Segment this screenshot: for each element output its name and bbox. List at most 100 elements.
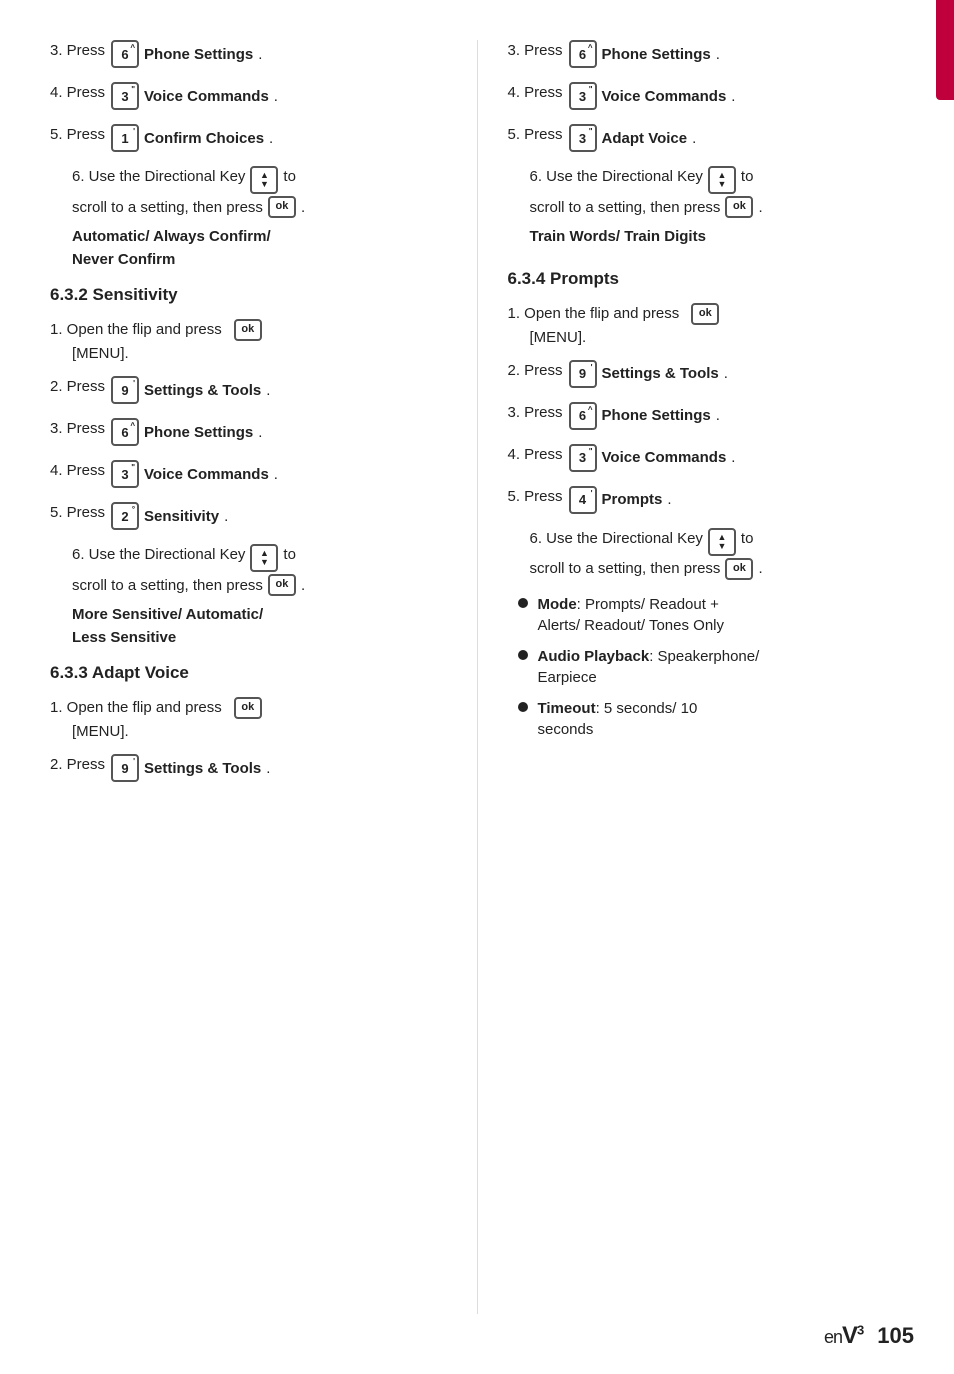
sens-2-content: 9' Settings & Tools. bbox=[111, 376, 270, 404]
sens-3-label: 3. Press bbox=[50, 418, 105, 439]
ok-btn-pr: ok bbox=[691, 303, 719, 325]
r-step-4-label: 4. Press bbox=[508, 82, 563, 103]
key-3r2: 3" bbox=[569, 124, 597, 152]
key-6: 6^ bbox=[111, 40, 139, 68]
r-step-4-text: Voice Commands bbox=[602, 86, 727, 107]
right-step-6: 6. Use the Directional Key ▲▼ to scroll … bbox=[508, 166, 905, 218]
sens-5-label: 5. Press bbox=[50, 502, 105, 523]
r-step-3-label: 3. Press bbox=[508, 40, 563, 61]
sens-2-label: 2. Press bbox=[50, 376, 105, 397]
bullet-dot-timeout bbox=[518, 702, 528, 712]
av-2-content: 9' Settings & Tools. bbox=[111, 754, 270, 782]
r-step-5-label: 5. Press bbox=[508, 124, 563, 145]
left-step-6-options: Automatic/ Always Confirm/ Never Confirm bbox=[72, 226, 447, 271]
right-step-3: 3. Press 6^ Phone Settings. bbox=[508, 40, 905, 68]
bullet-timeout-text: Timeout: 5 seconds/ 10 seconds bbox=[538, 698, 698, 740]
right-step-4: 4. Press 3" Voice Commands. bbox=[508, 82, 905, 110]
pr-step-1-menu: [MENU]. bbox=[508, 329, 905, 346]
pr-3-label: 3. Press bbox=[508, 402, 563, 423]
right-step-5: 5. Press 3" Adapt Voice. bbox=[508, 124, 905, 152]
r-step-6-row2: scroll to a setting, then press ok. bbox=[530, 196, 905, 218]
directional-key-icon-r: ▲▼ bbox=[708, 166, 736, 194]
key-6p: 6^ bbox=[569, 402, 597, 430]
section-634-heading: 6.3.4 Prompts bbox=[508, 269, 905, 289]
sens-6-row2: scroll to a setting, then press ok. bbox=[72, 574, 447, 596]
page: 3. Press 6^ Phone Settings. 4. Press 3" … bbox=[0, 0, 954, 1374]
step-3-content: 6^ Phone Settings. bbox=[111, 40, 262, 68]
step-6-row1: 6. Use the Directional Key ▲▼ to bbox=[72, 166, 447, 194]
red-tab-decoration bbox=[936, 0, 954, 100]
r-step-6-line2: scroll to a setting, then press bbox=[530, 197, 721, 218]
ok-btn-menu: ok bbox=[234, 319, 262, 341]
pr-3-content: 6^ Phone Settings. bbox=[569, 402, 720, 430]
bullet-mode-text: Mode: Prompts/ Readout + Alerts/ Readout… bbox=[538, 594, 725, 636]
key-9: 9' bbox=[111, 376, 139, 404]
left-step-5: 5. Press 1' Confirm Choices. bbox=[50, 124, 447, 152]
step-3-text: Phone Settings bbox=[144, 44, 253, 65]
pr-step-1: 1. Open the flip and press ok bbox=[508, 303, 905, 325]
directional-key-icon: ▲▼ bbox=[250, 166, 278, 194]
pr-2-label: 2. Press bbox=[508, 360, 563, 381]
pr-step-3: 3. Press 6^ Phone Settings. bbox=[508, 402, 905, 430]
right-column: 3. Press 6^ Phone Settings. 4. Press 3" … bbox=[478, 40, 915, 1314]
sens-6-row1: 6. Use the Directional Key ▲▼ to bbox=[72, 544, 447, 572]
brand-logo: enV3 bbox=[824, 1322, 863, 1350]
key-9c: 9' bbox=[111, 754, 139, 782]
step-4-content: 3" Voice Commands. bbox=[111, 82, 278, 110]
sens-6-line2: scroll to a setting, then press bbox=[72, 575, 263, 596]
sens-step-1: 1. Open the flip and press ok bbox=[50, 319, 447, 341]
ok-btn-av: ok bbox=[234, 697, 262, 719]
bullet-audio: Audio Playback: Speakerphone/ Earpiece bbox=[518, 646, 905, 688]
key-3-dbl: 3" bbox=[111, 82, 139, 110]
pr-step-5: 5. Press 4' Prompts. bbox=[508, 486, 905, 514]
r-step-6-label: 6. Use the Directional Key bbox=[530, 166, 703, 187]
sens-5-content: 2° Sensitivity. bbox=[111, 502, 228, 530]
sens-step-6-options: More Sensitive/ Automatic/ Less Sensitiv… bbox=[72, 604, 447, 649]
sens-5-text: Sensitivity bbox=[144, 506, 219, 527]
directional-key-icon-2: ▲▼ bbox=[250, 544, 278, 572]
av-step-1: 1. Open the flip and press ok bbox=[50, 697, 447, 719]
pr-6-to: to bbox=[741, 528, 754, 549]
av-step-1-menu: [MENU]. bbox=[50, 723, 447, 740]
pr-1-content: ok bbox=[691, 303, 719, 325]
step-5-label: 5. Press bbox=[50, 124, 105, 145]
ok-button-icon-2: ok bbox=[268, 574, 296, 596]
av-2-label: 2. Press bbox=[50, 754, 105, 775]
left-step-6: 6. Use the Directional Key ▲▼ to scroll … bbox=[50, 166, 447, 218]
pr-2-text: Settings & Tools bbox=[602, 363, 719, 384]
key-3p: 3" bbox=[569, 444, 597, 472]
right-step-6-options: Train Words/ Train Digits bbox=[530, 226, 905, 249]
key-2: 2° bbox=[111, 502, 139, 530]
pr-5-label: 5. Press bbox=[508, 486, 563, 507]
sens-2-text: Settings & Tools bbox=[144, 380, 261, 401]
page-number: 105 bbox=[877, 1323, 914, 1349]
left-initial-steps: 3. Press 6^ Phone Settings. 4. Press 3" … bbox=[50, 40, 447, 271]
sens-6-to: to bbox=[283, 544, 296, 565]
pr-4-label: 4. Press bbox=[508, 444, 563, 465]
section-632-heading: 6.3.2 Sensitivity bbox=[50, 285, 447, 305]
pr-2-content: 9' Settings & Tools. bbox=[569, 360, 728, 388]
pr-6-line2: scroll to a setting, then press bbox=[530, 558, 721, 579]
sens-3-content: 6^ Phone Settings. bbox=[111, 418, 262, 446]
sens-step-4: 4. Press 3" Voice Commands. bbox=[50, 460, 447, 488]
sens-step-5: 5. Press 2° Sensitivity. bbox=[50, 502, 447, 530]
pr-step-2: 2. Press 9' Settings & Tools. bbox=[508, 360, 905, 388]
sens-1-content: ok bbox=[234, 319, 262, 341]
footer: enV3 105 bbox=[824, 1322, 914, 1350]
sens-6-label: 6. Use the Directional Key bbox=[72, 544, 245, 565]
pr-6-row1: 6. Use the Directional Key ▲▼ to bbox=[530, 528, 905, 556]
sens-step-3: 3. Press 6^ Phone Settings. bbox=[50, 418, 447, 446]
sens-3-text: Phone Settings bbox=[144, 422, 253, 443]
pr-4-content: 3" Voice Commands. bbox=[569, 444, 736, 472]
pr-step-4: 4. Press 3" Voice Commands. bbox=[508, 444, 905, 472]
sens-step-6: 6. Use the Directional Key ▲▼ to scroll … bbox=[50, 544, 447, 596]
r-step-3-content: 6^ Phone Settings. bbox=[569, 40, 720, 68]
av-1-label: 1. Open the flip and press bbox=[50, 697, 222, 718]
step-6-line2: scroll to a setting, then press bbox=[72, 197, 263, 218]
bullet-mode: Mode: Prompts/ Readout + Alerts/ Readout… bbox=[518, 594, 905, 636]
ok-button-icon: ok bbox=[268, 196, 296, 218]
step-3-label: 3. Press bbox=[50, 40, 105, 61]
pr-5-text: Prompts bbox=[602, 489, 663, 510]
directional-key-icon-p: ▲▼ bbox=[708, 528, 736, 556]
pr-4-text: Voice Commands bbox=[602, 447, 727, 468]
